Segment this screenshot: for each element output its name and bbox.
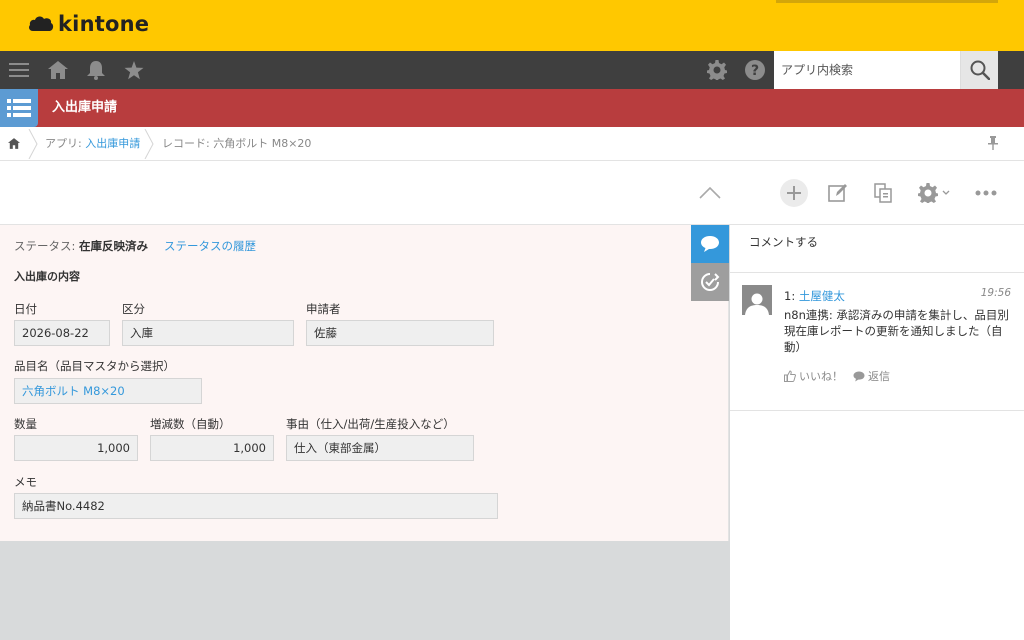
chevron-up-icon: [699, 187, 721, 199]
breadcrumb-separator-icon: [28, 129, 38, 159]
breadcrumb-separator-icon: [144, 129, 154, 159]
breadcrumb-app-prefix: アプリ:: [45, 137, 86, 150]
svg-text:?: ?: [751, 63, 759, 79]
reply-button[interactable]: 返信: [853, 368, 890, 384]
date-value: 2026-08-22: [14, 320, 110, 346]
kintone-logo[interactable]: kintone: [28, 12, 149, 36]
pin-icon[interactable]: [988, 136, 998, 150]
status-value: 在庫反映済み: [79, 239, 149, 253]
duplicate-button[interactable]: [871, 177, 895, 209]
more-dots-icon: [975, 190, 997, 196]
app-icon[interactable]: [0, 89, 38, 127]
collapse-button[interactable]: [697, 177, 723, 209]
qty-value: 1,000: [14, 435, 138, 461]
history-icon: [701, 273, 720, 291]
qty-label: 数量: [14, 417, 37, 431]
gear-icon: [707, 60, 727, 80]
status-history-link[interactable]: ステータスの履歴: [164, 238, 256, 254]
comment-actions: いいね！ 返信: [784, 368, 890, 384]
favorites-button[interactable]: [116, 51, 152, 89]
home-icon: [48, 61, 68, 79]
comment-author: 1: 土屋健太: [784, 288, 845, 304]
copy-icon: [874, 183, 892, 203]
speech-bubble-icon: [701, 236, 719, 252]
reply-bubble-icon: [853, 371, 865, 381]
memo-label: メモ: [14, 475, 37, 489]
search-icon: [970, 60, 990, 80]
type-label: 区分: [122, 302, 145, 316]
gear-icon: [918, 183, 938, 203]
cloud-logo-icon: [29, 16, 54, 31]
list-icon: [7, 99, 31, 117]
breadcrumb-record: レコード: 六角ボルト M8×20: [162, 137, 312, 150]
comment-body: n8n連携: 承認済みの申請を集計し、品目別現在庫レポートの更新を通知しました（…: [784, 308, 1009, 354]
app-search-input[interactable]: [774, 51, 960, 89]
item-label: 品目名（品目マスタから選択）: [14, 359, 175, 373]
help-button[interactable]: ?: [737, 51, 773, 89]
more-actions-button[interactable]: [972, 177, 1000, 209]
hamburger-icon: [9, 63, 29, 77]
breadcrumb-app-link[interactable]: 入出庫申請: [85, 137, 140, 150]
menu-button[interactable]: [1, 51, 37, 89]
star-icon: [124, 60, 144, 79]
reply-label: 返信: [868, 370, 890, 383]
bell-icon: [87, 60, 105, 80]
breadcrumb-home[interactable]: [8, 127, 20, 161]
chevron-down-icon: [942, 190, 950, 195]
reason-label: 事由（仕入/出荷/生産投入など）: [286, 417, 455, 431]
comment-input[interactable]: コメントする: [730, 225, 1024, 273]
app-search: [774, 51, 998, 89]
reason-value: 仕入（東部金属）: [286, 435, 474, 461]
logo-text: kintone: [58, 12, 150, 36]
search-button[interactable]: [960, 51, 998, 89]
status-label: ステータス:: [14, 239, 80, 253]
plus-icon: [787, 186, 801, 200]
comments-tab[interactable]: [691, 225, 729, 263]
app-bar: [0, 89, 1024, 127]
avatar[interactable]: [742, 285, 772, 315]
like-button[interactable]: いいね！: [784, 368, 843, 384]
breadcrumb-app: アプリ: 入出庫申請: [45, 127, 140, 161]
record-settings-button[interactable]: [915, 177, 953, 209]
comment-index: 1:: [784, 289, 799, 303]
record-form: ステータス: 在庫反映済み ステータスの履歴 入出庫の内容 日付 2026-08…: [0, 225, 729, 541]
delta-value: 1,000: [150, 435, 274, 461]
help-icon: ?: [745, 60, 765, 80]
status-line: ステータス: 在庫反映済み: [14, 238, 148, 254]
header-accent-line: [776, 0, 998, 3]
notifications-button[interactable]: [78, 51, 114, 89]
app-title[interactable]: 入出庫申請: [52, 89, 117, 127]
add-record-button[interactable]: [780, 179, 808, 207]
like-label: いいね！: [799, 370, 843, 383]
comment-author-link[interactable]: 土屋健太: [799, 289, 845, 303]
date-label: 日付: [14, 302, 37, 316]
applicant-label: 申請者: [306, 302, 341, 316]
history-tab[interactable]: [691, 263, 729, 301]
home-button[interactable]: [40, 51, 76, 89]
settings-button[interactable]: [699, 51, 735, 89]
thumbs-up-icon: [784, 370, 796, 382]
comment-placeholder: コメントする: [749, 235, 818, 249]
applicant-value: 佐藤: [306, 320, 494, 346]
type-value: 入庫: [122, 320, 294, 346]
home-icon: [8, 138, 20, 149]
section-title: 入出庫の内容: [14, 270, 80, 283]
user-silhouette-icon: [745, 293, 769, 315]
delta-label: 増減数（自動）: [150, 417, 231, 431]
edit-button[interactable]: [826, 177, 850, 209]
item-link[interactable]: 六角ボルト M8×20: [14, 378, 202, 404]
comment-item: 1: 土屋健太 19:56 n8n連携: 承認済みの申請を集計し、品目別現在庫レ…: [730, 273, 1024, 411]
comment-time: 19:56: [980, 287, 1011, 299]
memo-value: 納品書No.4482: [14, 493, 498, 519]
edit-icon: [828, 184, 847, 202]
breadcrumb: アプリ: 入出庫申請 レコード: 六角ボルト M8×20: [0, 127, 1024, 161]
record-toolbar: [0, 161, 1024, 225]
top-header: kintone: [0, 0, 1024, 51]
